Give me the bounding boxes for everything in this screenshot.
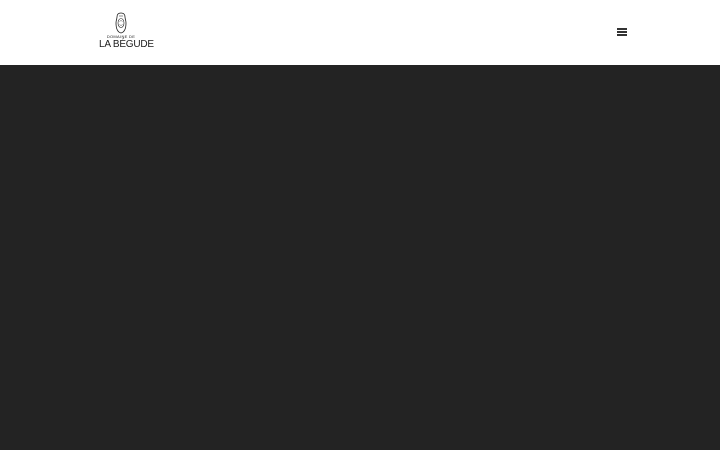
- bottle-seal-icon: [115, 12, 127, 34]
- hamburger-menu-icon: [617, 28, 627, 36]
- site-header: DOMAINE DE LA BÉGUDE: [0, 0, 720, 65]
- hero-area: [0, 65, 720, 450]
- site-logo[interactable]: DOMAINE DE LA BÉGUDE: [99, 12, 154, 54]
- logo-title: LA BÉGUDE: [99, 39, 154, 50]
- menu-button[interactable]: [612, 22, 632, 42]
